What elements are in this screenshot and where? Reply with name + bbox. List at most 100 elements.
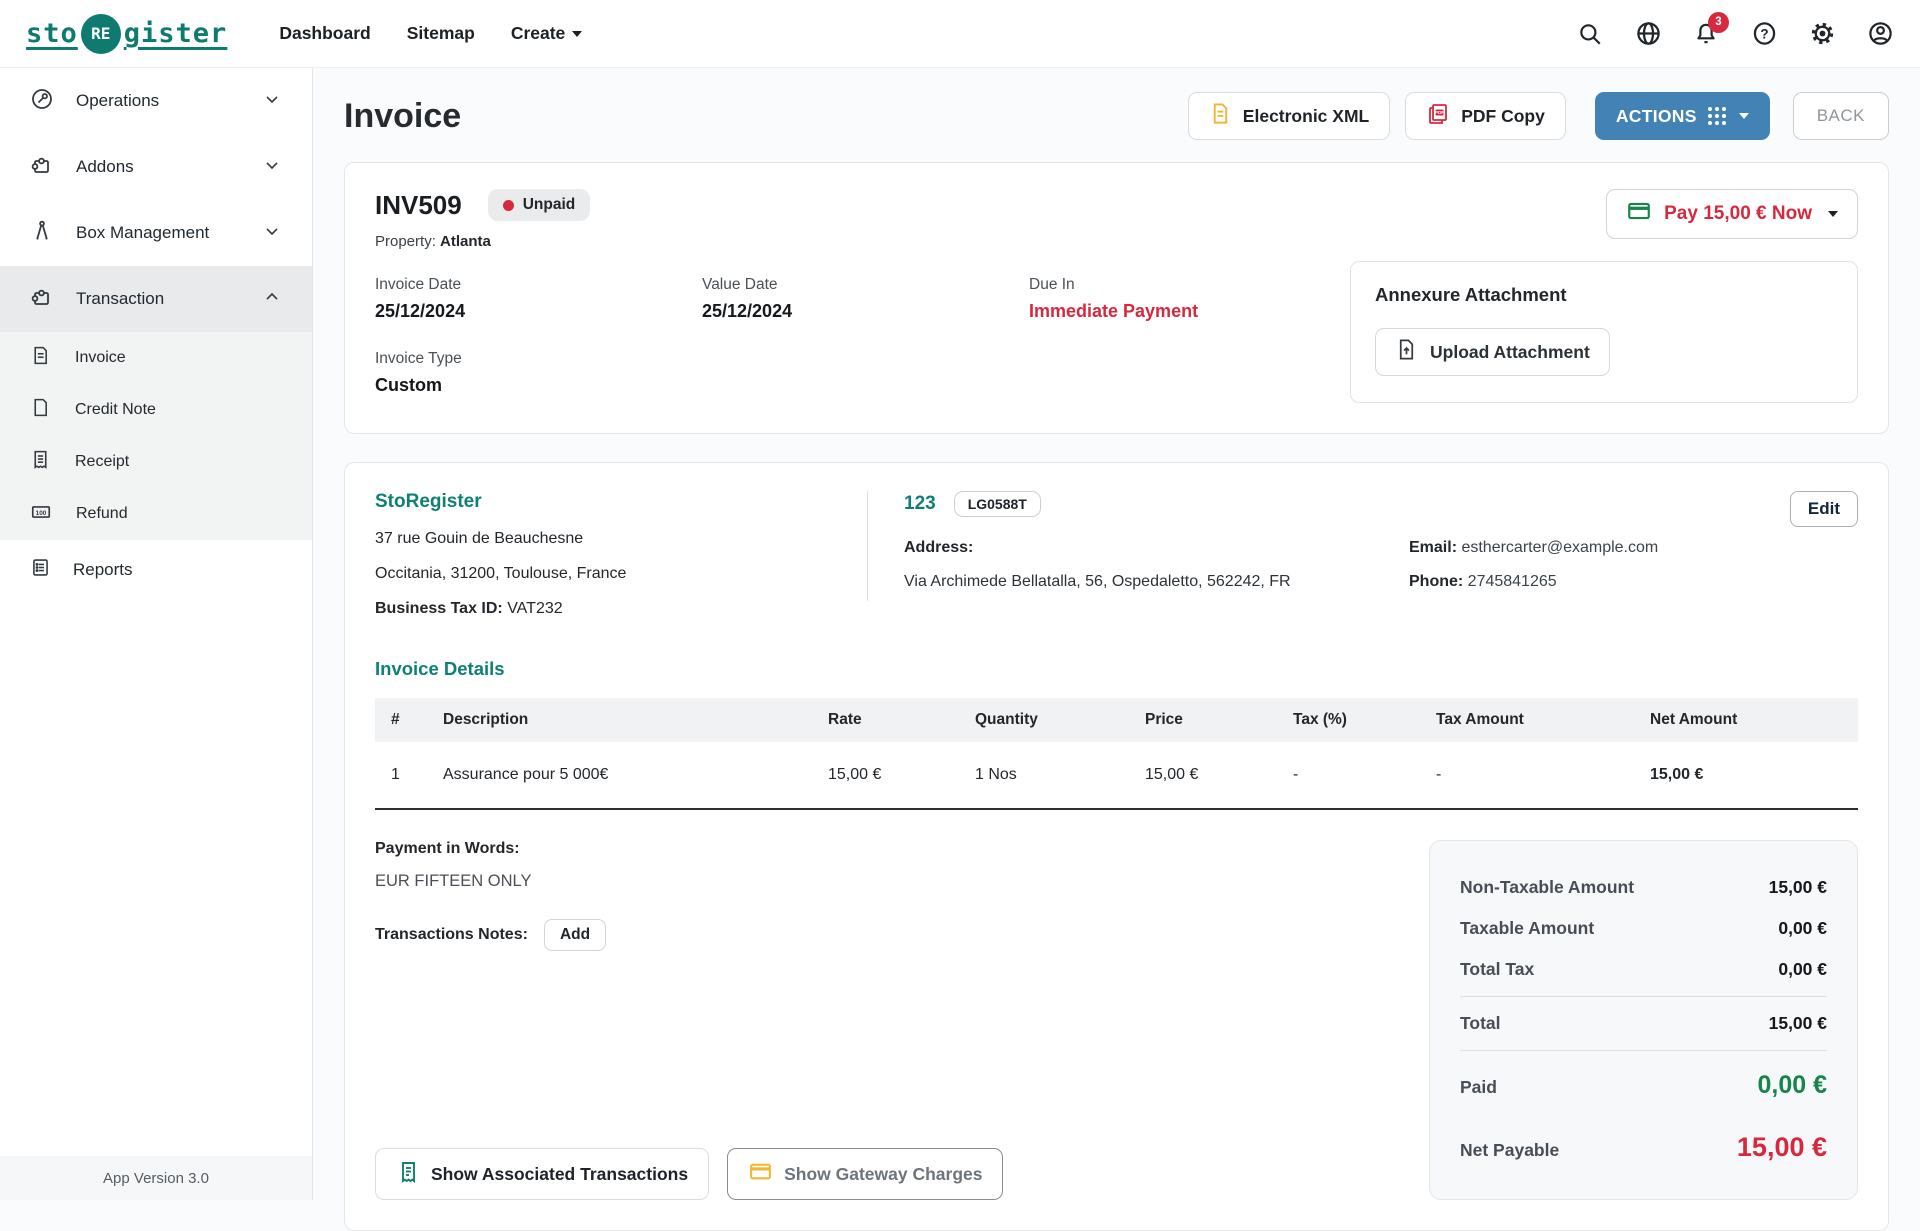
sidebar-subitem-credit-note[interactable]: Credit Note [0,384,312,436]
header-actions: Electronic XML PDF PDF Copy ACTIONS BACK [1187,92,1889,140]
operations-icon [30,87,54,116]
logo-text-post: gister [123,18,228,49]
compass-icon [30,219,54,248]
pay-now-button[interactable]: Pay 15,00 € Now [1606,189,1858,239]
divider [1460,996,1827,997]
col-quantity: Quantity [975,711,1038,728]
sidebar-item-box-management[interactable]: Box Management [0,200,312,266]
customer-info: 123 LG0588T Address: Via Archimede Bella… [904,491,1790,618]
logo-circle: RE [80,13,121,54]
main-nav: Dashboard Sitemap Create [279,23,583,44]
customer-phone: Phone: 2745841265 [1409,573,1557,590]
credit-card-icon [1626,198,1652,230]
col-index: # [391,711,400,728]
property-value: Atlanta [440,233,491,250]
company-address-line1: 37 rue Gouin de Beauchesne [375,530,584,547]
page-title: Invoice [344,96,462,135]
show-gateway-charges-button[interactable]: Show Gateway Charges [727,1148,1004,1200]
field-value-date: Value Date 25/12/2024 [702,276,793,321]
invoice-items-table: # Description Rate Quantity Price Tax (%… [375,698,1858,810]
totals-panel: Non-Taxable Amount 15,00 € Taxable Amount… [1429,840,1858,1200]
col-price: Price [1145,711,1183,728]
svg-text:100: 100 [36,509,47,516]
total-row-net-payable: Net Payable 15,00 € [1460,1132,1827,1162]
field-invoice-date: Invoice Date 25/12/2024 [375,276,466,321]
top-navbar: sto RE gister Dashboard Sitemap Create 3… [0,0,1920,68]
electronic-xml-button[interactable]: Electronic XML [1187,92,1391,140]
search-icon[interactable] [1576,20,1604,48]
customer-code-badge: LG0588T [953,491,1041,517]
nav-create[interactable]: Create [511,23,583,44]
payment-in-words-label: Payment in Words: [375,840,520,857]
sidebar: Operations Addons Box Management Transac… [0,68,313,1200]
caret-down-icon [1828,211,1838,217]
back-button[interactable]: BACK [1792,92,1889,140]
gateway-card-icon [748,1159,773,1189]
file-icon [30,397,51,423]
total-row-paid: Paid 0,00 € [1460,1071,1827,1099]
annexure-title: Annexure Attachment [1375,284,1567,305]
transactions-receipt-icon [396,1160,420,1189]
app-logo[interactable]: sto RE gister [26,13,228,54]
invoice-detail-card: StoRegister 37 rue Gouin de Beauchesne O… [344,462,1889,1231]
add-note-button[interactable]: Add [543,919,607,951]
sidebar-subitem-refund[interactable]: 100 Refund [0,488,312,540]
chevron-up-icon [262,287,282,312]
chevron-down-icon [262,89,282,114]
company-tax-id: Business Tax ID: VAT232 [375,600,563,617]
puzzle-icon [30,285,54,314]
globe-icon[interactable] [1634,20,1662,48]
nav-sitemap[interactable]: Sitemap [407,23,475,44]
field-due-in: Due In Immediate Payment [1029,276,1199,321]
svg-text:PDF: PDF [1435,110,1444,115]
sidebar-item-transaction[interactable]: Transaction [0,266,312,332]
reports-list-icon [30,557,51,583]
show-associated-transactions-button[interactable]: Show Associated Transactions [375,1148,710,1200]
transaction-submenu: Invoice Credit Note Receipt 100 Refund [0,332,312,540]
puzzle-icon [30,153,54,182]
banknote-icon: 100 [30,501,52,528]
actions-button[interactable]: ACTIONS [1594,92,1770,140]
nav-dashboard[interactable]: Dashboard [279,23,370,44]
company-address-line2: Occitania, 31200, Toulouse, France [375,565,627,582]
pdf-icon: PDF [1426,102,1450,131]
sidebar-item-operations[interactable]: Operations [0,68,312,134]
edit-button[interactable]: Edit [1789,491,1858,527]
settings-gear-icon[interactable] [1808,20,1836,48]
sidebar-item-reports[interactable]: Reports [0,540,312,600]
chevron-down-icon [262,155,282,180]
customer-contact-block: Email: esthercarter@example.com Phone: 2… [1409,539,1658,591]
col-description: Description [443,711,529,728]
notifications-bell-icon[interactable]: 3 [1692,11,1729,48]
table-row: 1 Assurance pour 5 000€ 15,00 € 1 Nos 15… [375,742,1858,810]
company-info: StoRegister 37 rue Gouin de Beauchesne O… [375,491,867,618]
help-icon[interactable]: ? [1750,20,1778,48]
total-row-non-taxable: Non-Taxable Amount 15,00 € [1460,877,1827,897]
user-profile-icon[interactable] [1866,20,1894,48]
invoice-number: INV509 [375,189,462,220]
col-tax-amount: Tax Amount [1436,711,1524,728]
invoice-document-icon [30,345,51,371]
sidebar-subitem-receipt[interactable]: Receipt [0,436,312,488]
xml-document-icon [1209,102,1232,130]
customer-email: Email: esthercarter@example.com [1409,539,1659,556]
total-row-total: Total 15,00 € [1460,1013,1827,1033]
upload-attachment-button[interactable]: Upload Attachment [1375,328,1610,376]
logo-text-pre: sto [26,18,78,49]
invoice-summary-card: INV509 Unpaid Property: Atlanta Invoice … [344,162,1889,434]
invoice-details-title: Invoice Details [375,658,505,679]
svg-text:?: ? [1760,27,1768,42]
status-badge: Unpaid [487,189,591,221]
field-invoice-type: Invoice Type Custom [375,350,462,395]
total-row-total-tax: Total Tax 0,00 € [1460,959,1827,979]
sidebar-item-addons[interactable]: Addons [0,134,312,200]
pdf-copy-button[interactable]: PDF PDF Copy [1405,92,1566,140]
sidebar-subitem-invoice[interactable]: Invoice [0,332,312,384]
grid-dots-icon [1707,107,1726,125]
main-content: Invoice Electronic XML PDF PDF Copy ACTI… [313,68,1920,1231]
customer-address-block: Address: Via Archimede Bellatalla, 56, O… [904,539,1409,591]
cell-description: Assurance pour 5 000€ [431,742,816,810]
col-rate: Rate [828,711,862,728]
payment-in-words-value: EUR FIFTEEN ONLY [375,872,532,890]
customer-address: Via Archimede Bellatalla, 56, Ospedalett… [904,573,1291,590]
